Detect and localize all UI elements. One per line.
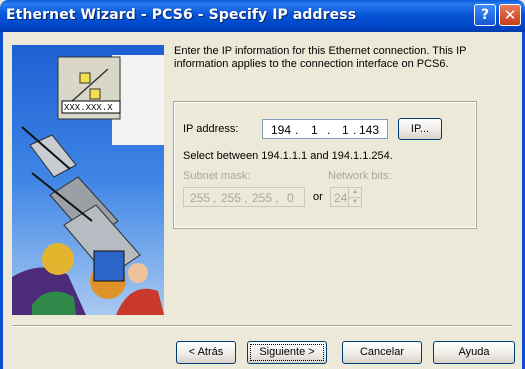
mask-octet-2: 255 [221,191,242,205]
spin-down-icon[interactable]: ▼ [348,197,361,207]
help-title-button[interactable]: ? [474,4,496,26]
ip-octet-2[interactable]: 1 [311,123,318,137]
subnet-mask-label: Subnet mask: [183,170,251,182]
mask-dot-1: , [213,191,217,205]
ip-octet-3[interactable]: 1 [342,123,349,137]
cancel-button[interactable]: Cancelar [342,341,422,364]
window-title: Ethernet Wizard - PCS6 - Specify IP addr… [6,7,357,23]
wizard-illustration: XXX.XXX.X [12,45,164,315]
mask-dot-2: , [244,191,248,205]
window-frame-left [0,32,3,369]
close-icon: ✕ [503,6,517,24]
network-bits-spinner[interactable]: 24 ▲ ▼ [330,187,362,207]
question-icon: ? [480,7,490,23]
mask-dot-3: , [275,191,279,205]
mask-octet-1: 255 [190,191,211,205]
ip-button[interactable]: IP... [398,118,442,140]
footer-separator [12,325,512,327]
next-button[interactable]: Siguiente > [247,341,327,364]
network-bits-value: 24 [334,191,348,205]
mask-octet-3: 255 [252,191,273,205]
close-button[interactable]: ✕ [499,4,521,26]
help-button[interactable]: Ayuda [433,341,515,364]
ip-dot-2: . [327,123,331,137]
wizard-artwork: XXX.XXX.X [12,45,164,315]
spin-up-icon[interactable]: ▲ [348,188,361,197]
ip-placeholder-label: XXX.XXX.X [64,103,113,113]
ip-octet-1[interactable]: 194 [271,123,291,137]
network-bits-label: Network bits: [328,170,392,182]
ip-octet-4[interactable]: 143 [359,123,379,137]
or-label: or [313,191,323,203]
title-bar[interactable]: Ethernet Wizard - PCS6 - Specify IP addr… [0,0,525,32]
range-hint: Select between 194.1.1.1 and 194.1.1.254… [183,150,393,162]
back-button[interactable]: < Atrás [176,341,236,364]
ip-dot-3: . [353,123,357,137]
mask-octet-4: 0 [287,191,294,205]
ip-dot-1: . [295,123,299,137]
ip-address-label: IP address: [183,123,239,135]
ip-address-field[interactable]: 194 . 1 . 1 . 143 [262,119,388,139]
subnet-mask-field[interactable]: 255 , 255 , 255 , 0 [183,187,305,207]
intro-text: Enter the IP information for this Ethern… [174,45,467,70]
